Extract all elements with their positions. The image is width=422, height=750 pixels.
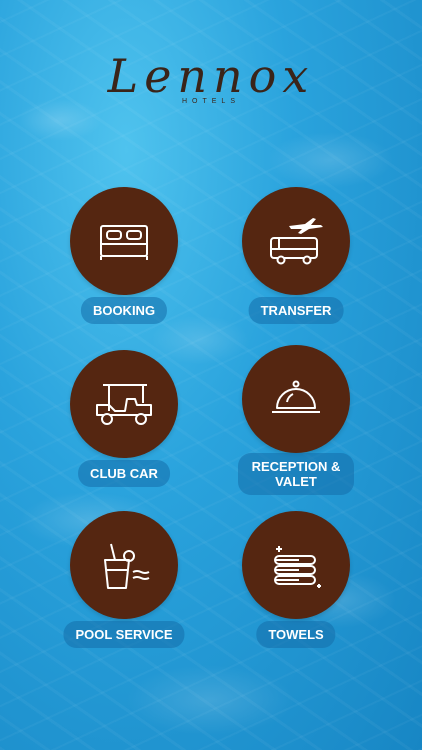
brand-name: Lennox (107, 49, 315, 103)
tile-label-transfer[interactable]: TRANSFER (248, 297, 344, 324)
drink-icon (104, 543, 150, 589)
tile-pool-service[interactable]: POOL SERVICE (59, 511, 189, 651)
booking-button[interactable] (70, 187, 178, 295)
tile-reception-valet[interactable]: RECEPTION & VALET (231, 345, 361, 495)
tile-label-towels[interactable]: TOWELS (256, 621, 336, 648)
cloche-icon (272, 380, 320, 413)
towels-icon (274, 546, 321, 588)
tile-booking[interactable]: BOOKING (59, 187, 189, 327)
tile-club-car[interactable]: CLUB CAR (59, 350, 189, 490)
tile-towels[interactable]: TOWELS (231, 511, 361, 651)
tile-transfer[interactable]: TRANSFER (231, 187, 361, 327)
brand-logo: Lennox (95, 48, 327, 118)
towels-button[interactable] (242, 511, 350, 619)
reception-valet-button[interactable] (242, 345, 350, 453)
tile-label-club-car[interactable]: CLUB CAR (78, 460, 170, 487)
tile-label-booking[interactable]: BOOKING (80, 297, 168, 324)
tile-label-pool-service[interactable]: POOL SERVICE (63, 621, 185, 648)
bed-icon (100, 225, 148, 260)
brand-subtitle: HOTELS (181, 98, 240, 105)
plane-bus-icon (270, 218, 323, 265)
club-car-button[interactable] (70, 350, 178, 458)
pool-service-button[interactable] (70, 511, 178, 619)
tile-label-reception-valet[interactable]: RECEPTION & VALET (238, 453, 354, 495)
golf-cart-icon (96, 384, 152, 425)
transfer-button[interactable] (242, 187, 350, 295)
